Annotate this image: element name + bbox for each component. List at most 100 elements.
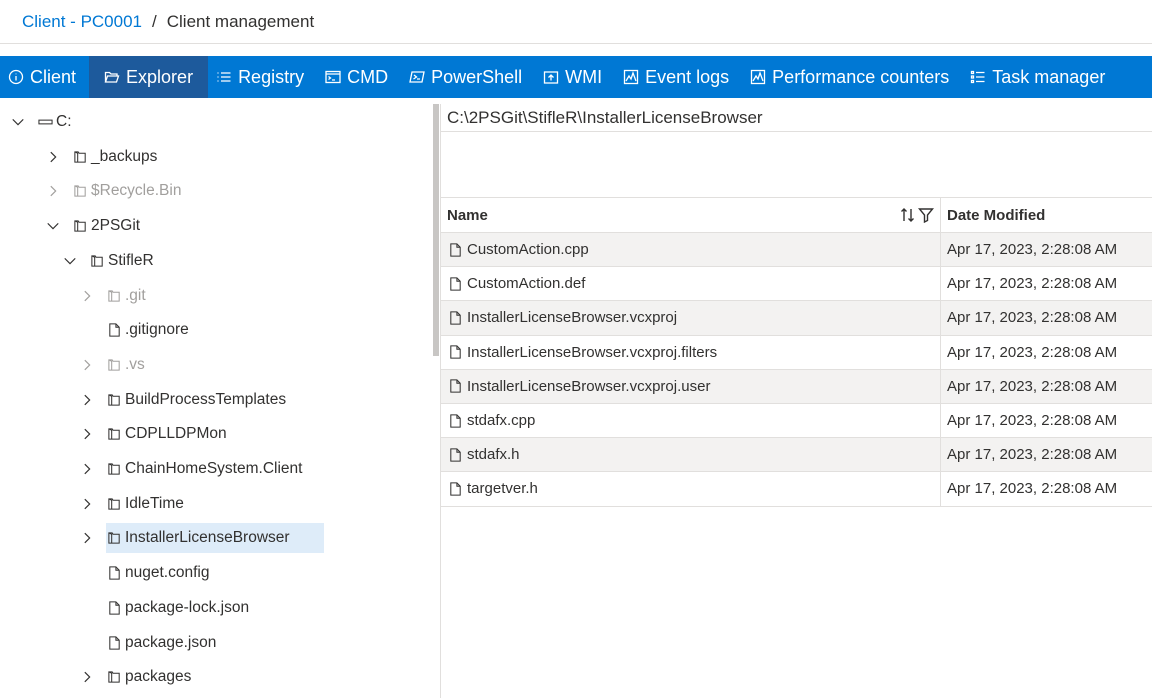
tree-item-label: $Recycle.Bin [91, 182, 182, 200]
breadcrumb-client-link[interactable]: Client - PC0001 [22, 12, 142, 32]
folder-icon [106, 357, 122, 373]
event-log-icon [622, 68, 640, 86]
folder-icon [72, 218, 88, 234]
grid-header: Name Date Modified [441, 198, 1152, 233]
tab-label: Registry [238, 66, 305, 87]
tree-folder-idletime[interactable]: IdleTime [0, 489, 432, 519]
date-modified: Apr 17, 2023, 2:28:08 AM [947, 343, 1118, 361]
date-modified-cell: Apr 17, 2023, 2:28:08 AM [941, 438, 1152, 471]
file-icon [447, 481, 463, 497]
tab-wmi[interactable]: WMI [535, 56, 615, 98]
tree-folder-buildprocesstemplates[interactable]: BuildProcessTemplates [0, 385, 432, 415]
tree-folder-backups[interactable]: _backups [0, 142, 432, 172]
tree-item-label: package.json [125, 633, 217, 651]
tree-folder-packages[interactable]: packages [0, 662, 432, 692]
chevron-down-icon[interactable] [10, 114, 26, 130]
table-row[interactable]: InstallerLicenseBrowser.vcxproj.filters A… [441, 335, 1152, 370]
date-modified-cell: Apr 17, 2023, 2:28:08 AM [941, 336, 1152, 369]
tree-file-gitignore[interactable]: .gitignore [0, 315, 432, 345]
column-header-name[interactable]: Name [441, 198, 941, 232]
chevron-right-icon[interactable] [79, 392, 95, 408]
tree-item-label: IdleTime [125, 494, 184, 512]
chevron-right-icon[interactable] [79, 426, 95, 442]
tab-explorer[interactable]: Explorer [89, 56, 209, 98]
tab-label: Performance counters [772, 66, 950, 87]
date-modified-cell: Apr 17, 2023, 2:28:08 AM [941, 370, 1152, 403]
tab-powershell[interactable]: PowerShell [401, 56, 535, 98]
breadcrumb-separator: / [152, 11, 157, 31]
chevron-right-icon[interactable] [79, 461, 95, 477]
file-name: stdafx.cpp [467, 412, 536, 430]
tab-performance-counters[interactable]: Performance counters [742, 56, 962, 98]
folder-icon [106, 496, 122, 512]
table-row[interactable]: InstallerLicenseBrowser.vcxproj Apr 17, 2… [441, 301, 1152, 336]
tree-folder-installerlicensebrowser[interactable]: InstallerLicenseBrowser [0, 523, 432, 554]
tree-scrollbar[interactable] [433, 104, 439, 356]
folder-tree: C: _backups $Recycle.Bin 2PSGit StifleR .git.… [0, 104, 432, 698]
table-row[interactable]: stdafx.h Apr 17, 2023, 2:28:08 AM [441, 438, 1152, 473]
filter-icon[interactable] [918, 207, 934, 223]
chevron-down-icon[interactable] [45, 218, 61, 234]
tab-label: Client [30, 66, 77, 87]
file-icon [447, 378, 463, 394]
chevron-right-icon[interactable] [45, 183, 61, 199]
breadcrumb-current: Client management [166, 11, 315, 31]
date-modified-cell: Apr 17, 2023, 2:28:08 AM [941, 267, 1152, 300]
tab-registry[interactable]: Registry [208, 56, 317, 98]
tree-item-label: _backups [91, 147, 158, 165]
chevron-down-icon[interactable] [62, 253, 78, 269]
file-icon [106, 635, 122, 651]
tree-folder-recycle-bin[interactable]: $Recycle.Bin [0, 176, 432, 206]
tree-folder-git[interactable]: .git [0, 281, 432, 311]
file-icon [447, 413, 463, 429]
tab-cmd[interactable]: CMD [317, 56, 401, 98]
tab-label: WMI [565, 66, 603, 87]
table-row[interactable]: CustomAction.cpp Apr 17, 2023, 2:28:08 AM [441, 233, 1152, 268]
tree-file-nuget-config[interactable]: nuget.config [0, 558, 432, 588]
tab-label: Task manager [992, 66, 1106, 87]
file-icon [447, 447, 463, 463]
tree-item-label: C: [56, 113, 72, 130]
tree-item-label: BuildProcessTemplates [125, 390, 287, 408]
folder-icon [72, 183, 88, 199]
chevron-right-icon[interactable] [79, 288, 95, 304]
folder-icon [106, 288, 122, 304]
column-header-date[interactable]: Date Modified [941, 198, 1152, 232]
file-name: stdafx.h [467, 446, 520, 464]
table-row[interactable]: stdafx.cpp Apr 17, 2023, 2:28:08 AM [441, 403, 1152, 439]
folder-icon [106, 426, 122, 442]
tree-folder-2psgit[interactable]: 2PSGit [0, 211, 432, 241]
tree-folder-chainhomesystem-client[interactable]: ChainHomeSystem.Client [0, 454, 432, 484]
file-icon [106, 600, 122, 616]
tree-file-package-lock-json[interactable]: package-lock.json [0, 593, 432, 623]
table-row[interactable]: targetver.h Apr 17, 2023, 2:28:08 AM [441, 472, 1152, 507]
file-name-cell: CustomAction.cpp [441, 233, 941, 267]
date-modified: Apr 17, 2023, 2:28:08 AM [947, 241, 1118, 259]
date-modified: Apr 17, 2023, 2:28:08 AM [947, 377, 1118, 395]
chevron-right-icon[interactable] [79, 669, 95, 685]
chevron-right-icon[interactable] [79, 496, 95, 512]
file-name-cell: stdafx.h [441, 438, 941, 472]
tab-task-manager[interactable]: Task manager [962, 56, 1118, 98]
file-name: CustomAction.def [467, 275, 586, 293]
tree-folder-cdplldpmon[interactable]: CDPLLDPMon [0, 419, 432, 449]
toolbar-area [441, 132, 1152, 198]
tab-event-logs[interactable]: Event logs [615, 56, 742, 98]
tree-folder-c[interactable]: C: [0, 107, 432, 137]
tree-file-package-json[interactable]: package.json [0, 628, 432, 658]
tree-folder-stifler[interactable]: StifleR [0, 246, 432, 276]
tab-bar: Client Explorer Registry CMD PowerShell WMI Ev… [0, 56, 1152, 98]
table-row[interactable]: CustomAction.def Apr 17, 2023, 2:28:08 AM [441, 267, 1152, 302]
file-icon [106, 322, 122, 338]
tab-client[interactable]: Client [0, 56, 89, 98]
chevron-right-icon[interactable] [79, 357, 95, 373]
tree-item-label: .git [125, 286, 146, 304]
tree-folder-vs[interactable]: .vs [0, 350, 432, 380]
table-row[interactable]: InstallerLicenseBrowser.vcxproj.user Apr … [441, 369, 1152, 404]
file-icon [106, 565, 122, 581]
sort-icon[interactable] [900, 207, 916, 223]
file-name: InstallerLicenseBrowser.vcxproj.user [467, 377, 711, 395]
chevron-right-icon[interactable] [45, 149, 61, 165]
tree-item-label: package-lock.json [125, 598, 250, 616]
chevron-right-icon[interactable] [79, 530, 95, 546]
